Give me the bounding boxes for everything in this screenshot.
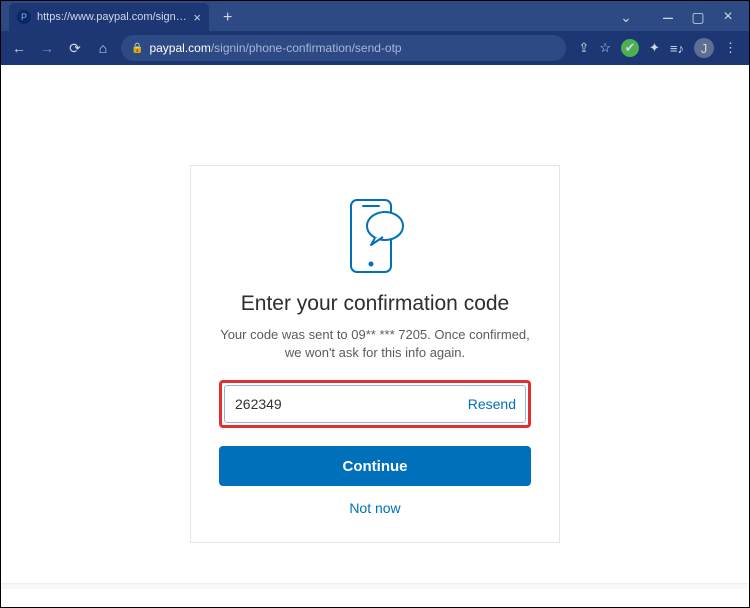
- home-icon[interactable]: ⌂: [93, 40, 113, 56]
- maximize-window-icon[interactable]: ▢: [683, 3, 713, 31]
- chevron-down-icon[interactable]: ⌄: [611, 3, 641, 31]
- not-now-link[interactable]: Not now: [349, 500, 400, 516]
- browser-tab-active[interactable]: P https://www.paypal.com/signin/p ×: [9, 3, 209, 31]
- toolbar-right: ⇪ ☆ ✔ ✦ ≡♪ J ⋮: [574, 38, 741, 58]
- card-heading: Enter your confirmation code: [241, 292, 509, 316]
- close-tab-icon[interactable]: ×: [193, 10, 201, 25]
- minimize-window-icon[interactable]: –: [653, 3, 683, 31]
- window-controls: ⌄ – ▢ ×: [611, 3, 749, 31]
- confirmation-card: Enter your confirmation code Your code w…: [190, 165, 560, 543]
- paypal-favicon: P: [17, 10, 31, 24]
- continue-button[interactable]: Continue: [219, 446, 531, 486]
- resend-link[interactable]: Resend: [468, 396, 516, 412]
- url-domain: paypal.com: [149, 41, 210, 55]
- close-window-icon[interactable]: ×: [713, 3, 743, 31]
- back-icon[interactable]: ←: [9, 40, 29, 56]
- new-tab-button[interactable]: +: [217, 9, 238, 31]
- extensions-icon[interactable]: ✦: [649, 40, 660, 56]
- url-path: /signin/phone-confirmation/send-otp: [211, 41, 402, 55]
- kebab-menu-icon[interactable]: ⋮: [724, 40, 737, 56]
- card-subtext: Your code was sent to 09** *** 7205. Onc…: [219, 326, 531, 362]
- code-input-highlight: Resend: [219, 380, 531, 428]
- browser-tab-strip: P https://www.paypal.com/signin/p × + ⌄ …: [1, 1, 749, 31]
- profile-avatar[interactable]: J: [694, 38, 714, 58]
- reload-icon[interactable]: ⟳: [65, 40, 85, 57]
- tab-title: https://www.paypal.com/signin/p: [37, 11, 187, 23]
- share-icon[interactable]: ⇪: [578, 40, 589, 56]
- lock-icon: 🔒: [131, 43, 143, 54]
- address-bar[interactable]: 🔒 paypal.com/signin/phone-confirmation/s…: [121, 35, 566, 61]
- star-icon[interactable]: ☆: [599, 40, 611, 56]
- forward-icon[interactable]: →: [37, 40, 57, 56]
- shield-check-icon[interactable]: ✔: [621, 39, 639, 57]
- browser-nav-bar: ← → ⟳ ⌂ 🔒 paypal.com/signin/phone-confir…: [1, 31, 749, 65]
- phone-sms-icon: [343, 198, 407, 274]
- page-footer: Contact Us Privacy Legal Policy Updates …: [1, 583, 749, 589]
- page-content: Enter your confirmation code Your code w…: [1, 65, 749, 589]
- reading-list-icon[interactable]: ≡♪: [670, 41, 684, 56]
